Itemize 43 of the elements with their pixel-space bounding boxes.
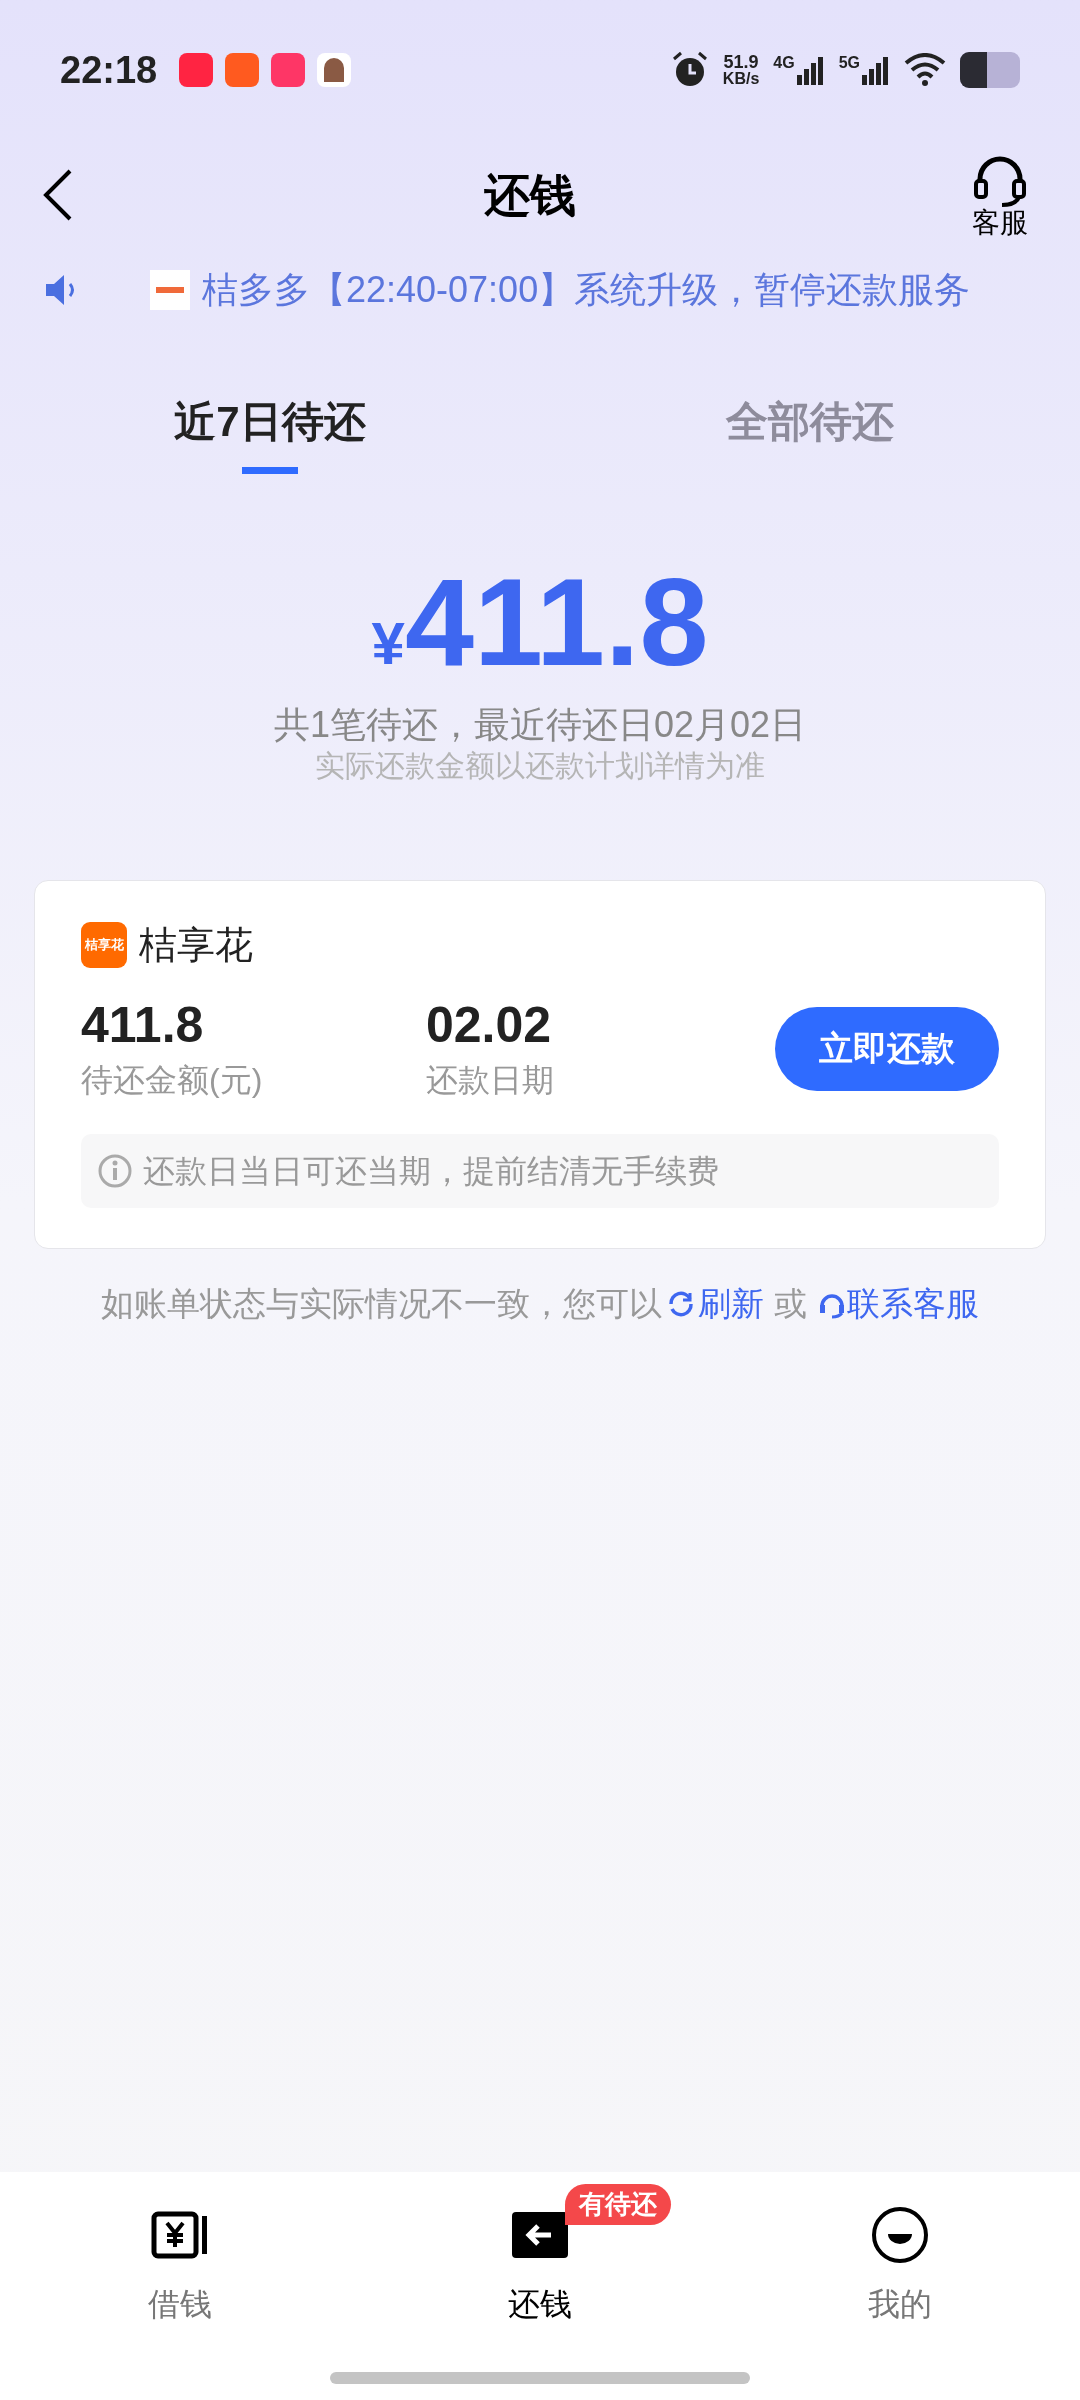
signal-icon xyxy=(862,55,890,85)
due-amount: 411.8 xyxy=(81,995,205,1055)
network-type: 4G xyxy=(773,55,795,71)
refresh-link[interactable]: 刷新 xyxy=(666,1279,764,1329)
tab[interactable]: 近7日待还 xyxy=(0,390,540,474)
wifi-icon xyxy=(904,53,946,87)
currency-symbol: ¥ xyxy=(371,614,405,674)
nav-tab[interactable]: 我的 xyxy=(858,2204,942,2328)
status-time: 22:18 xyxy=(60,47,158,93)
tip-text: 还款日当日可还当期，提前结清无手续费 xyxy=(143,1152,719,1191)
app-icon xyxy=(271,53,306,87)
notice-logo-icon xyxy=(150,270,190,310)
customer-service-button[interactable]: 客服 xyxy=(960,153,1040,237)
speed-unit: KB/s xyxy=(722,71,760,87)
notice-text: 桔多多【22:40-07:00】系统升级，暂停还款服务 xyxy=(202,268,971,312)
due-date-label: 还款日期 xyxy=(426,1061,554,1100)
summary-note: 实际还款金额以还款计划详情为准 xyxy=(315,748,765,784)
contact-service-link[interactable]: 联系客服 xyxy=(817,1279,979,1329)
due-amount-label: 待还金额(元) xyxy=(81,1061,264,1100)
network-speed: 51.9 xyxy=(723,53,759,71)
total-amount: 411.8 xyxy=(404,560,709,684)
due-date: 02.02 xyxy=(426,995,553,1055)
nav-tab[interactable]: 借钱 xyxy=(138,2204,222,2328)
back-arrow-box-icon xyxy=(511,2211,569,2259)
network-type: 5G xyxy=(838,55,860,71)
or-text: 或 xyxy=(774,1284,807,1324)
pending-badge: 有待还 xyxy=(565,2184,671,2225)
avatar-icon xyxy=(317,53,352,87)
repay-now-button[interactable]: 立即还款 xyxy=(775,1006,999,1091)
product-name: 桔享花 xyxy=(139,922,253,968)
tab[interactable]: 全部待还 xyxy=(540,390,1080,474)
alarm-icon xyxy=(670,51,709,89)
hint-text: 如账单状态与实际情况不一致，您可以 xyxy=(101,1284,662,1324)
product-logo: 桔享花 xyxy=(81,922,127,968)
battery-icon xyxy=(960,52,1020,88)
banknote-icon xyxy=(151,2211,209,2259)
app-icon xyxy=(225,53,260,87)
signal-icon xyxy=(796,55,825,85)
smiley-icon xyxy=(871,2206,929,2264)
summary-text: 共1笔待还，最近待还日02月02日 xyxy=(273,703,807,747)
info-icon xyxy=(97,1153,133,1189)
page-title: 还钱 xyxy=(483,167,577,223)
app-icon xyxy=(179,53,214,87)
